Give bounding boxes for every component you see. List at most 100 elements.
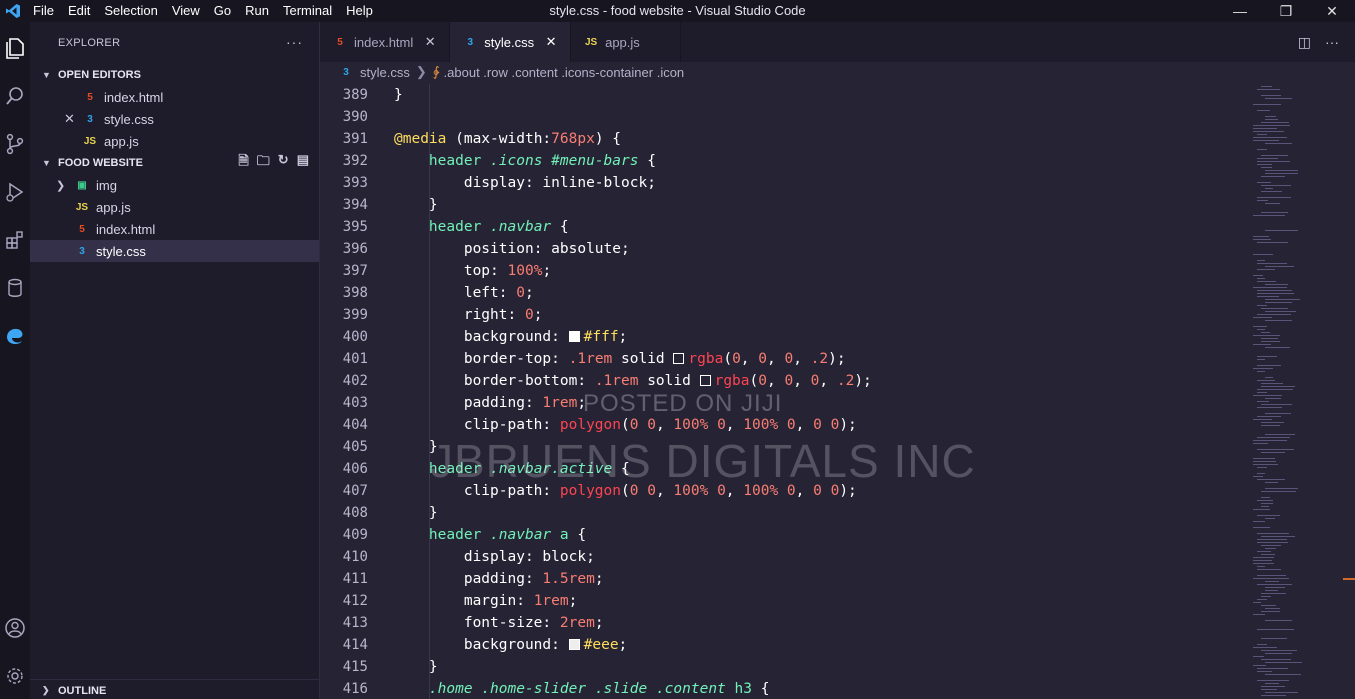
accounts-icon[interactable] bbox=[0, 608, 30, 648]
file-label: app.js bbox=[96, 199, 131, 215]
restore-icon[interactable]: ❐ bbox=[1263, 0, 1309, 22]
tab-style-css[interactable]: 3 style.css ✕ bbox=[450, 22, 572, 62]
new-file-icon[interactable]: 🗎 bbox=[238, 152, 248, 174]
js-file-icon: JS bbox=[83, 135, 97, 147]
tab-app-js[interactable]: JS app.js bbox=[571, 22, 681, 62]
minimap-line bbox=[1253, 440, 1287, 441]
minimap-line bbox=[1257, 542, 1288, 543]
code-editor[interactable]: 389 390 391 392 393 394 395 396 397 398 399 400 401 4… bbox=[320, 84, 1355, 699]
minimap-line bbox=[1265, 587, 1285, 588]
project-section[interactable]: ▼ FOOD WEBSITE 🗎 🗀 ↻ ▤ bbox=[30, 152, 319, 174]
minimap-line bbox=[1253, 656, 1264, 657]
color-swatch[interactable] bbox=[673, 353, 685, 364]
file-item[interactable]: 5 index.html bbox=[30, 218, 319, 240]
tab-label: app.js bbox=[605, 34, 640, 50]
menu-run[interactable]: Run bbox=[238, 0, 276, 22]
minimap-line bbox=[1253, 602, 1261, 603]
minimize-icon[interactable]: — bbox=[1217, 0, 1263, 22]
code-line: .home .home-slider .slide .content h3 { bbox=[428, 681, 770, 697]
color-swatch[interactable] bbox=[699, 375, 711, 386]
color-swatch[interactable] bbox=[568, 639, 580, 650]
file-label: style.css bbox=[96, 243, 146, 259]
minimap-line bbox=[1265, 311, 1296, 312]
split-editor-icon[interactable]: ◫ bbox=[1298, 34, 1311, 51]
minimap-line bbox=[1265, 482, 1278, 483]
menu-go[interactable]: Go bbox=[207, 0, 238, 22]
minimap-line bbox=[1257, 356, 1277, 357]
minimap-line bbox=[1257, 278, 1265, 279]
minimap-line bbox=[1261, 341, 1280, 342]
menu-selection[interactable]: Selection bbox=[97, 0, 164, 22]
minimap-line bbox=[1261, 212, 1288, 213]
code-line: } bbox=[394, 87, 403, 103]
minimap-line bbox=[1265, 347, 1290, 348]
tab-index-html[interactable]: 5 index.html ✕ bbox=[320, 22, 451, 62]
minimap-line bbox=[1261, 638, 1287, 639]
minimap-line bbox=[1265, 548, 1276, 549]
code-line: position: absolute; bbox=[463, 241, 630, 257]
minimap-line bbox=[1253, 137, 1287, 138]
minimap-line bbox=[1257, 392, 1267, 393]
open-editor-item[interactable]: ✕ 3 style.css bbox=[30, 108, 319, 130]
file-item[interactable]: JS app.js bbox=[30, 196, 319, 218]
chevron-right-icon: ❯ bbox=[42, 685, 50, 695]
extensions-icon[interactable] bbox=[0, 220, 30, 260]
close-tab-icon[interactable]: ✕ bbox=[423, 34, 437, 50]
minimap-line bbox=[1261, 332, 1270, 333]
minimap-line bbox=[1261, 155, 1288, 156]
open-editor-item[interactable]: 5 index.html bbox=[30, 86, 319, 108]
close-window-icon[interactable]: ✕ bbox=[1309, 0, 1355, 22]
minimap-line bbox=[1253, 335, 1280, 336]
menu-file[interactable]: File bbox=[26, 0, 61, 22]
menu-view[interactable]: View bbox=[165, 0, 207, 22]
menu-edit[interactable]: Edit bbox=[61, 0, 97, 22]
menu-bar: File Edit Selection View Go Run Terminal… bbox=[26, 0, 380, 22]
code-line: header .icons #menu-bars { bbox=[428, 153, 656, 169]
minimap-line bbox=[1253, 614, 1265, 615]
color-swatch[interactable] bbox=[568, 331, 580, 342]
menu-terminal[interactable]: Terminal bbox=[276, 0, 339, 22]
minimap-line bbox=[1253, 368, 1273, 369]
folder-item[interactable]: ❯ ▣ img bbox=[30, 174, 319, 196]
close-icon[interactable]: ✕ bbox=[64, 111, 82, 127]
line-number: 407 bbox=[342, 483, 368, 499]
minimap-line bbox=[1261, 86, 1272, 87]
minimap-line bbox=[1257, 182, 1271, 183]
minimap[interactable] bbox=[1243, 84, 1343, 699]
menu-help[interactable]: Help bbox=[339, 0, 380, 22]
minimap-line bbox=[1253, 128, 1277, 129]
refresh-icon[interactable]: ↻ bbox=[278, 152, 289, 174]
minimap-line bbox=[1257, 110, 1270, 111]
tab-label: style.css bbox=[484, 34, 535, 50]
minimap-line bbox=[1257, 569, 1281, 570]
code-line: padding: 1rem; bbox=[463, 395, 587, 411]
settings-gear-icon[interactable] bbox=[0, 656, 30, 696]
explorer-icon[interactable] bbox=[0, 28, 30, 68]
line-number: 416 bbox=[342, 681, 368, 697]
css-file-icon: 3 bbox=[79, 245, 85, 257]
breadcrumb-file[interactable]: style.css bbox=[360, 65, 410, 80]
file-item-selected[interactable]: 3 style.css bbox=[30, 240, 319, 262]
open-editors-section[interactable]: ▼ OPEN EDITORS bbox=[30, 64, 319, 86]
minimap-line bbox=[1253, 275, 1263, 276]
more-actions-icon[interactable]: ··· bbox=[286, 34, 303, 50]
source-control-icon[interactable] bbox=[0, 124, 30, 164]
database-icon[interactable] bbox=[0, 268, 30, 308]
minimap-line bbox=[1261, 167, 1272, 168]
collapse-all-icon[interactable]: ▤ bbox=[297, 152, 309, 174]
minimap-line bbox=[1265, 581, 1279, 582]
minimap-line bbox=[1257, 539, 1287, 540]
breadcrumb-symbol[interactable]: .about .row .content .icons-container .i… bbox=[444, 65, 685, 80]
edge-devtools-icon[interactable] bbox=[0, 316, 30, 356]
new-folder-icon[interactable]: 🗀 bbox=[257, 152, 270, 174]
outline-section[interactable]: ❯ OUTLINE bbox=[30, 679, 319, 699]
explorer-actions: 🗎 🗀 ↻ ▤ bbox=[238, 152, 309, 174]
open-editor-item[interactable]: JS app.js bbox=[30, 130, 319, 152]
run-debug-icon[interactable] bbox=[0, 172, 30, 212]
more-actions-icon[interactable]: ··· bbox=[1325, 34, 1339, 51]
minimap-line bbox=[1257, 89, 1280, 90]
code-content[interactable]: } @media (max-width:768px) { header .ico… bbox=[394, 84, 1235, 699]
search-icon[interactable] bbox=[0, 76, 30, 116]
close-tab-icon[interactable]: ✕ bbox=[544, 34, 558, 50]
